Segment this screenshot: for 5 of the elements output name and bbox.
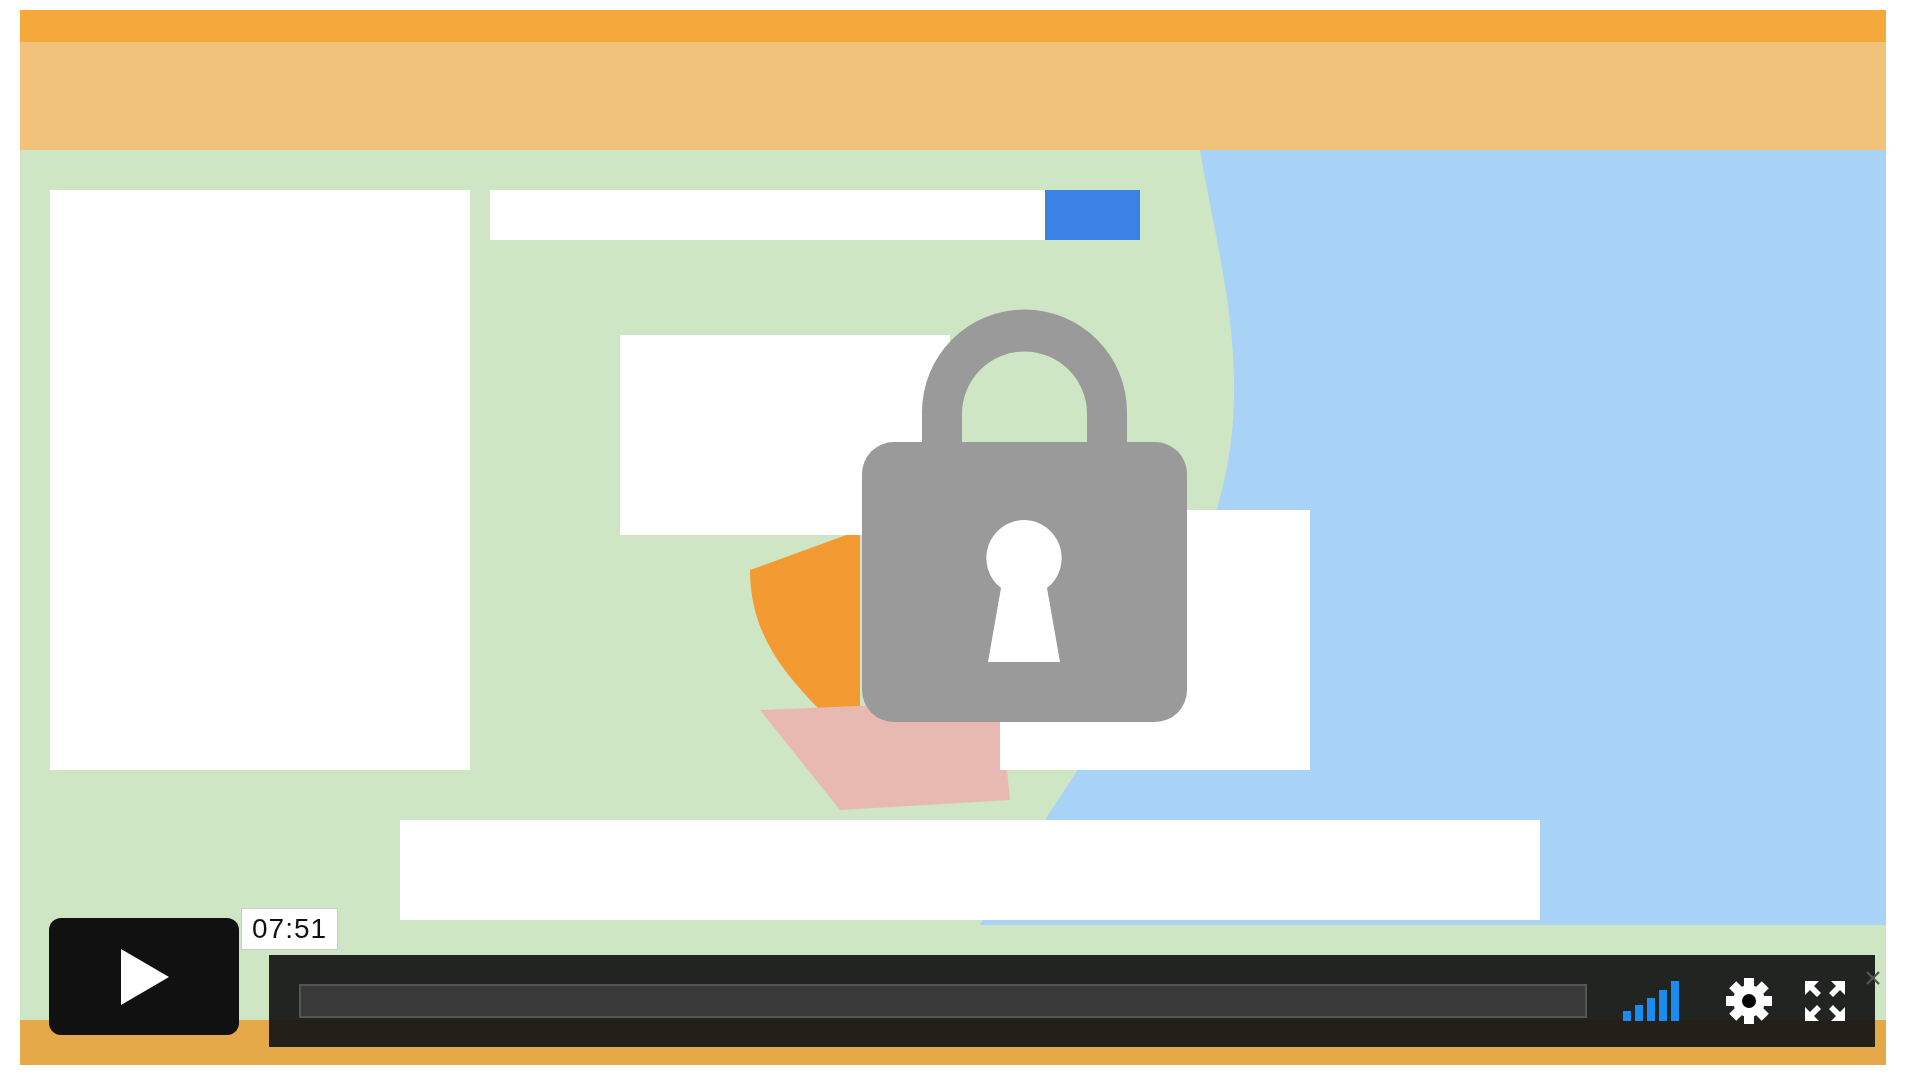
timestamp-tooltip: 07:51 (241, 908, 339, 950)
fullscreen-icon[interactable] (1805, 981, 1845, 1021)
play-button[interactable] (49, 918, 239, 1035)
close-icon[interactable] (1865, 970, 1881, 986)
settings-icon[interactable] (1725, 977, 1773, 1025)
